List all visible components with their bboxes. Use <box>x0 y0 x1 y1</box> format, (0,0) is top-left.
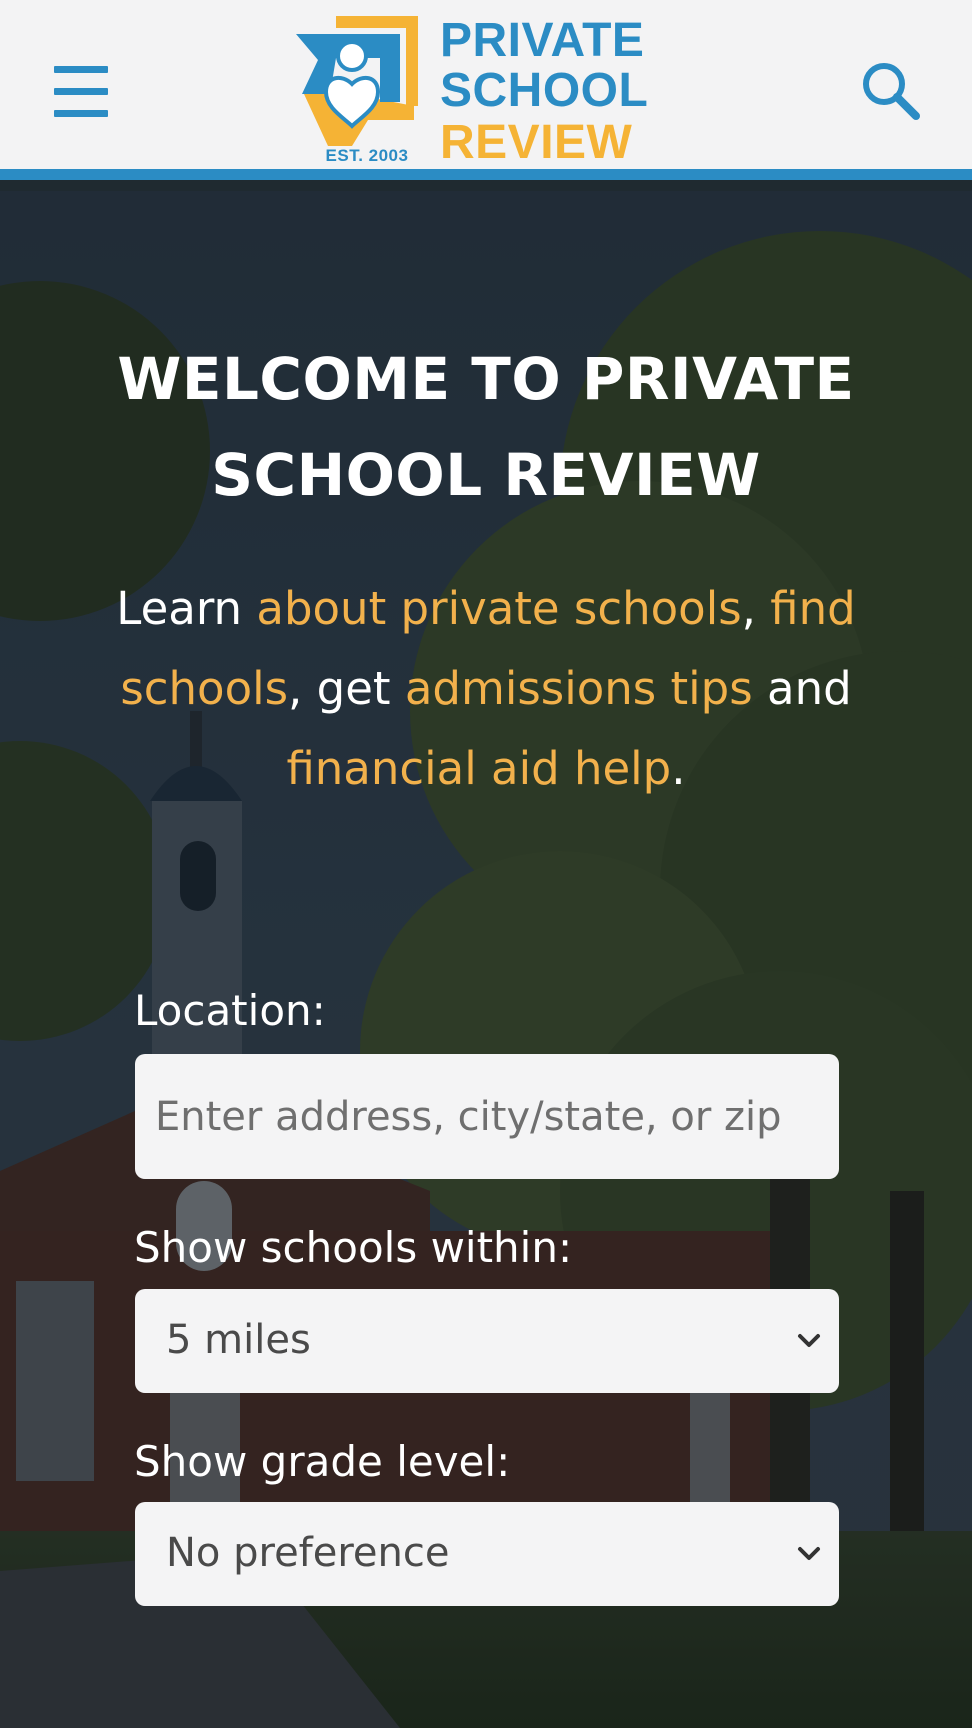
logo-mark-icon <box>296 16 418 146</box>
logo-established: EST. 2003 <box>325 146 409 165</box>
location-label: Location: <box>134 986 326 1035</box>
site-header: EST. 2003 PRIVATE SCHOOL REVIEW <box>0 0 972 180</box>
logo-word-private: PRIVATE <box>440 14 645 67</box>
intro-text-part: , get <box>288 662 405 715</box>
link-about-private-schools[interactable]: about private schools <box>256 582 741 635</box>
distance-select[interactable]: 5 miles <box>135 1289 839 1393</box>
page-title: WELCOME TO PRIVATE SCHOOL REVIEW <box>117 345 855 509</box>
intro-text-part: and <box>752 662 852 715</box>
menu-button[interactable] <box>50 60 112 122</box>
grade-level-select[interactable]: No preference <box>135 1502 839 1606</box>
distance-label: Show schools within: <box>134 1223 573 1272</box>
hamburger-menu-icon-bar <box>54 88 108 95</box>
hero-intro-text: Learn about private schools, find school… <box>96 569 876 809</box>
intro-text-part: , <box>741 582 771 635</box>
intro-text-part: Learn <box>116 582 257 635</box>
hamburger-menu-icon-bar <box>54 110 108 117</box>
chevron-down-icon <box>798 1334 820 1347</box>
site-logo[interactable]: EST. 2003 PRIVATE SCHOOL REVIEW <box>296 14 681 170</box>
location-input[interactable] <box>135 1054 839 1179</box>
grade-level-label: Show grade level: <box>134 1437 511 1486</box>
search-icon <box>863 63 920 120</box>
intro-text-part: . <box>671 742 686 795</box>
link-financial-aid-help[interactable]: financial aid help <box>286 742 671 795</box>
hamburger-menu-icon <box>54 66 108 73</box>
logo-word-review: REVIEW <box>440 116 633 169</box>
search-button[interactable] <box>856 56 926 126</box>
chevron-down-icon <box>798 1547 820 1560</box>
link-admissions-tips[interactable]: admissions tips <box>405 662 753 715</box>
grade-level-select-value: No preference <box>166 1530 450 1576</box>
hero-section: WELCOME TO PRIVATE SCHOOL REVIEW Learn a… <box>0 191 972 1728</box>
distance-select-value: 5 miles <box>166 1317 311 1363</box>
logo-word-school: SCHOOL <box>440 64 649 117</box>
